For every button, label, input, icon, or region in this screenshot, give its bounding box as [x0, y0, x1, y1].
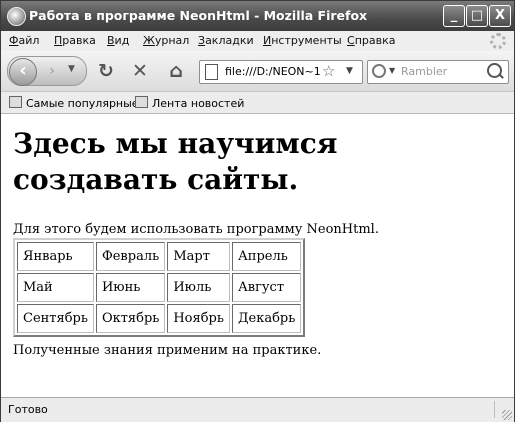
- firefox-logo-icon: [7, 7, 26, 26]
- menu-history[interactable]: Журнал: [143, 34, 189, 47]
- maximize-button[interactable]: □: [466, 5, 488, 27]
- minimize-button[interactable]: _: [443, 5, 465, 27]
- table-cell: Май: [17, 273, 94, 302]
- star-icon[interactable]: ☆: [322, 62, 335, 80]
- menu-file[interactable]: Файл: [9, 34, 39, 47]
- menu-help[interactable]: Справка: [347, 34, 395, 47]
- table-row: Май Июнь Июль Август: [17, 273, 302, 302]
- forward-icon[interactable]: ›: [42, 62, 62, 80]
- search-bar[interactable]: ▼ Rambler: [367, 60, 509, 84]
- table-row: Сентябрь Октябрь Ноябрь Декабрь: [17, 304, 302, 333]
- table-cell: Август: [231, 273, 302, 302]
- page-heading: Здесь мы научимся создавать сайты.: [13, 127, 338, 196]
- bookmark-icon: [9, 96, 22, 108]
- page-content: Здесь мы научимся создавать сайты. Для э…: [1, 114, 514, 397]
- months-table: Январь Февраль Март Апрель Май Июнь Июль…: [13, 238, 306, 337]
- browser-window: Работа в программе NeonHtml - Mozilla Fi…: [0, 0, 515, 422]
- table-cell: Февраль: [95, 242, 166, 271]
- intro-text: Для этого будем использовать программу N…: [13, 222, 379, 237]
- window-title: Работа в программе NeonHtml - Mozilla Fi…: [29, 8, 368, 23]
- address-bar[interactable]: file:///D:/NEON~1 ☆ ▼: [199, 60, 363, 84]
- title-bar: Работа в программе NeonHtml - Mozilla Fi…: [1, 1, 514, 31]
- vertical-scrollbar[interactable]: [506, 114, 514, 397]
- bookmarks-toolbar: Самые популярные Лента новостей: [1, 92, 514, 114]
- table-cell: Июнь: [95, 273, 166, 302]
- page-icon: [205, 64, 218, 80]
- table-cell: Апрель: [231, 242, 302, 271]
- table-cell: Январь: [17, 242, 94, 271]
- table-cell: Март: [167, 242, 230, 271]
- activity-throbber-icon: [490, 33, 506, 49]
- menu-view[interactable]: Вид: [107, 34, 129, 47]
- url-dropdown-icon[interactable]: ▼: [346, 66, 353, 76]
- search-engine-icon[interactable]: [372, 64, 386, 78]
- engine-dropdown-icon[interactable]: ▼: [389, 66, 395, 75]
- resize-grip-icon[interactable]: [502, 410, 512, 420]
- stop-icon[interactable]: ✕: [129, 60, 151, 82]
- table-cell: Октябрь: [95, 304, 166, 333]
- table-cell: Июль: [167, 273, 230, 302]
- status-divider: [494, 401, 495, 418]
- status-text: Готово: [8, 403, 48, 416]
- close-button[interactable]: X: [489, 5, 511, 27]
- home-icon[interactable]: ⌂: [165, 60, 187, 82]
- menu-edit[interactable]: Правка: [54, 34, 96, 47]
- back-forward-group: ‹ › ▼: [7, 56, 87, 86]
- status-bar: Готово: [1, 397, 514, 422]
- url-text[interactable]: file:///D:/NEON~1: [225, 65, 321, 78]
- search-icon[interactable]: [487, 63, 502, 78]
- navigation-toolbar: ‹ › ▼ ↻ ✕ ⌂ file:///D:/NEON~1 ☆ ▼ ▼ Ramb…: [1, 51, 514, 92]
- history-dropdown-icon[interactable]: ▼: [68, 64, 75, 74]
- menu-tools[interactable]: Инструменты: [263, 34, 342, 47]
- bookmark-news-feed[interactable]: Лента новостей: [135, 96, 244, 110]
- search-input[interactable]: Rambler: [401, 65, 447, 78]
- outro-text: Полученные знания применим на практике.: [13, 343, 322, 358]
- back-icon[interactable]: ‹: [9, 58, 37, 86]
- table-cell: Сентябрь: [17, 304, 94, 333]
- table-row: Январь Февраль Март Апрель: [17, 242, 302, 271]
- reload-icon[interactable]: ↻: [95, 60, 117, 82]
- menu-bar: Файл Правка Вид Журнал Закладки Инструме…: [1, 31, 514, 51]
- rss-feed-icon: [135, 96, 148, 108]
- menu-bookmarks[interactable]: Закладки: [198, 34, 254, 47]
- table-cell: Декабрь: [231, 304, 302, 333]
- bookmark-most-visited[interactable]: Самые популярные: [9, 96, 139, 110]
- table-cell: Ноябрь: [167, 304, 230, 333]
